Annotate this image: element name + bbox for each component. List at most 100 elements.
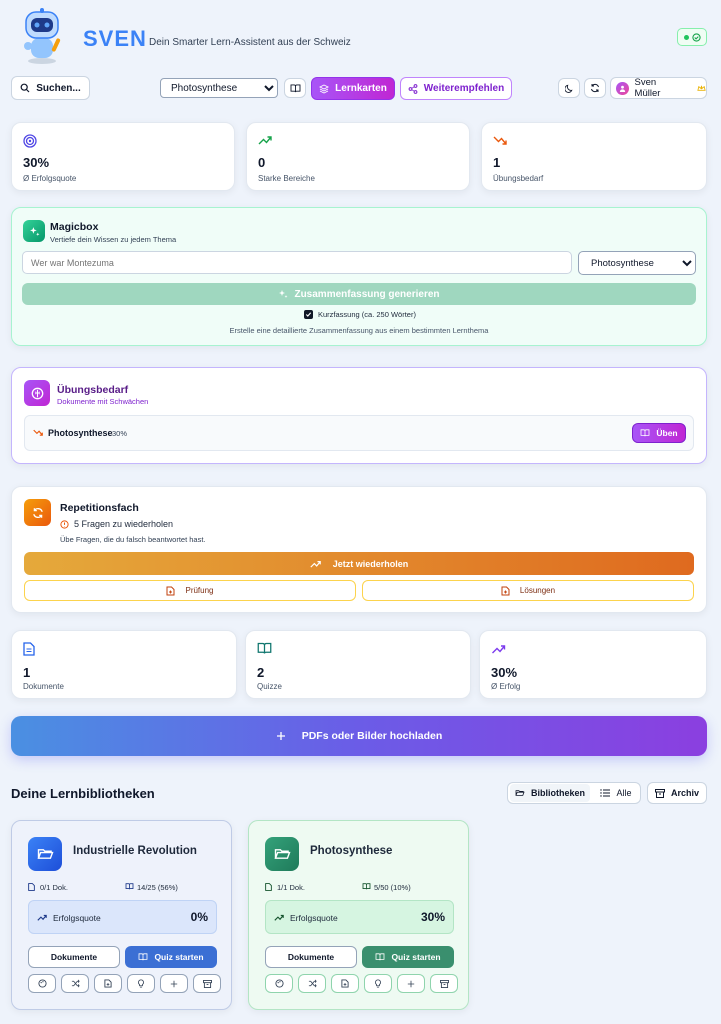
solutions-button[interactable]: Lösungen xyxy=(362,580,694,601)
file-plus-icon xyxy=(341,979,349,988)
library-docs: 1/1 Dok. xyxy=(277,883,305,892)
magicbox-title: Magicbox xyxy=(50,221,99,233)
palette-button[interactable] xyxy=(265,974,293,993)
dark-mode-toggle[interactable] xyxy=(558,78,580,98)
start-quiz-label: Quiz starten xyxy=(391,952,441,962)
repetition-card: Repetitionsfach 5 Fragen zu wiederholen … xyxy=(11,486,707,613)
upload-button[interactable]: PDFs oder Bilder hochladen xyxy=(11,716,707,756)
overview-label: Ø Erfolg xyxy=(491,682,521,691)
add-file-button[interactable] xyxy=(331,974,359,993)
book-icon xyxy=(290,83,301,93)
recommend-button[interactable]: Weiterempfehlen xyxy=(400,77,512,100)
brand-tagline: Dein Smarter Lern-Assistent aus der Schw… xyxy=(149,37,351,48)
book-button[interactable] xyxy=(284,78,306,98)
stat-value: 1 xyxy=(493,155,501,170)
start-quiz-button[interactable]: Quiz starten xyxy=(362,946,454,968)
magicbox-question-input[interactable] xyxy=(22,251,572,274)
overview-value: 30% xyxy=(491,665,518,680)
folder-open-icon xyxy=(515,789,525,797)
repetition-title: Repetitionsfach xyxy=(60,502,139,514)
library-success-box: Erfolgsquote 0% xyxy=(28,900,217,934)
generate-summary-button[interactable]: Zusammenfassung generieren xyxy=(22,283,696,305)
shuffle-button[interactable] xyxy=(61,974,89,993)
library-title: Industrielle Revolution xyxy=(73,845,197,857)
book-icon xyxy=(125,883,134,890)
tab-libraries-label: Bibliotheken xyxy=(530,788,585,798)
weak-document-item: Photosynthese 30% Üben xyxy=(24,415,694,451)
lightbulb-icon xyxy=(374,979,382,988)
exam-label: Prüfung xyxy=(185,586,214,595)
plus-icon xyxy=(170,980,178,988)
library-card-photosynthese[interactable]: Photosynthese 1/1 Dok. 5/50 (10%) Erfolg… xyxy=(248,820,469,1010)
practice-need-subtitle: Dokumente mit Schwächen xyxy=(57,397,149,406)
search-icon xyxy=(20,83,30,93)
archive-label: Archiv xyxy=(670,788,699,798)
library-success-label: Erfolgsquote xyxy=(53,913,101,923)
flashcards-button[interactable]: Lernkarten xyxy=(311,77,395,100)
refresh-icon xyxy=(24,499,51,526)
add-button[interactable] xyxy=(397,974,425,993)
tab-all[interactable]: Alle xyxy=(594,784,638,802)
trending-up-icon xyxy=(274,914,284,921)
exam-button[interactable]: Prüfung xyxy=(24,580,356,601)
archive-library-button[interactable] xyxy=(430,974,458,993)
archive-icon xyxy=(202,979,212,988)
library-questions: 5/50 (10%) xyxy=(374,883,411,892)
overview-card-documents: 1 Dokumente xyxy=(11,630,237,699)
practice-need-title: Übungsbedarf xyxy=(57,384,129,396)
stat-label: Übungsbedarf xyxy=(493,174,544,183)
magicbox-hint: Erstelle eine detaillierte Zusammenfassu… xyxy=(229,326,489,335)
upload-label: PDFs oder Bilder hochladen xyxy=(301,730,443,742)
short-summary-checkbox-row: Kurzfassung (ca. 250 Wörter) xyxy=(304,310,416,319)
archive-icon xyxy=(439,979,449,988)
library-docs: 0/1 Dok. xyxy=(40,883,68,892)
shuffle-icon xyxy=(308,979,317,988)
repetition-count: 5 Fragen zu wiederholen xyxy=(74,519,174,529)
library-action-row xyxy=(28,974,221,993)
start-quiz-button[interactable]: Quiz starten xyxy=(125,946,217,968)
file-icon xyxy=(501,586,510,596)
book-icon xyxy=(640,429,650,437)
magicbox-topic-select[interactable]: Photosynthese xyxy=(578,251,696,275)
book-icon xyxy=(362,883,371,890)
practice-button[interactable]: Üben xyxy=(632,423,686,443)
hint-button[interactable] xyxy=(127,974,155,993)
libraries-heading: Deine Lernbibliotheken xyxy=(11,786,155,801)
library-card-industrielle-revolution[interactable]: Industrielle Revolution 0/1 Dok. 14/25 (… xyxy=(11,820,232,1010)
magicbox-subtitle: Vertiefe dein Wissen zu jedem Thema xyxy=(50,235,177,244)
library-success-rate: 0% xyxy=(190,910,208,924)
weak-document-score: 30% xyxy=(112,429,128,438)
book-open-icon xyxy=(257,642,272,655)
trending-up-icon xyxy=(491,644,506,654)
folder-icon xyxy=(265,837,299,871)
user-menu-button[interactable]: Sven Müller xyxy=(610,77,707,99)
shuffle-button[interactable] xyxy=(298,974,326,993)
palette-button[interactable] xyxy=(28,974,56,993)
brand-title: SVEN xyxy=(83,26,147,51)
refresh-button[interactable] xyxy=(584,78,606,98)
solutions-label: Lösungen xyxy=(519,586,556,595)
repeat-now-button[interactable]: Jetzt wiederholen xyxy=(24,552,694,575)
practice-need-card: Übungsbedarf Dokumente mit Schwächen Pho… xyxy=(11,367,707,464)
stat-value: 0 xyxy=(258,155,266,170)
file-icon xyxy=(166,586,175,596)
lightbulb-icon xyxy=(137,979,145,988)
moon-icon xyxy=(564,84,574,93)
documents-button[interactable]: Dokumente xyxy=(265,946,357,968)
archive-library-button[interactable] xyxy=(193,974,221,993)
search-button[interactable]: Suchen... xyxy=(11,76,90,100)
library-success-rate: 30% xyxy=(420,910,445,924)
user-name: Sven Müller xyxy=(634,77,661,99)
add-button[interactable] xyxy=(160,974,188,993)
flashcards-label: Lernkarten xyxy=(335,83,387,94)
archive-button[interactable]: Archiv xyxy=(647,782,707,804)
topic-select[interactable]: Photosynthese Industrielle Revolution xyxy=(160,78,278,98)
tab-all-label: Alle xyxy=(616,788,632,798)
add-file-button[interactable] xyxy=(94,974,122,993)
short-summary-checkbox[interactable] xyxy=(304,310,313,319)
hint-button[interactable] xyxy=(364,974,392,993)
documents-button[interactable]: Dokumente xyxy=(28,946,120,968)
tab-libraries[interactable]: Bibliotheken xyxy=(510,784,590,802)
avatar xyxy=(616,81,629,95)
plus-icon xyxy=(407,980,415,988)
